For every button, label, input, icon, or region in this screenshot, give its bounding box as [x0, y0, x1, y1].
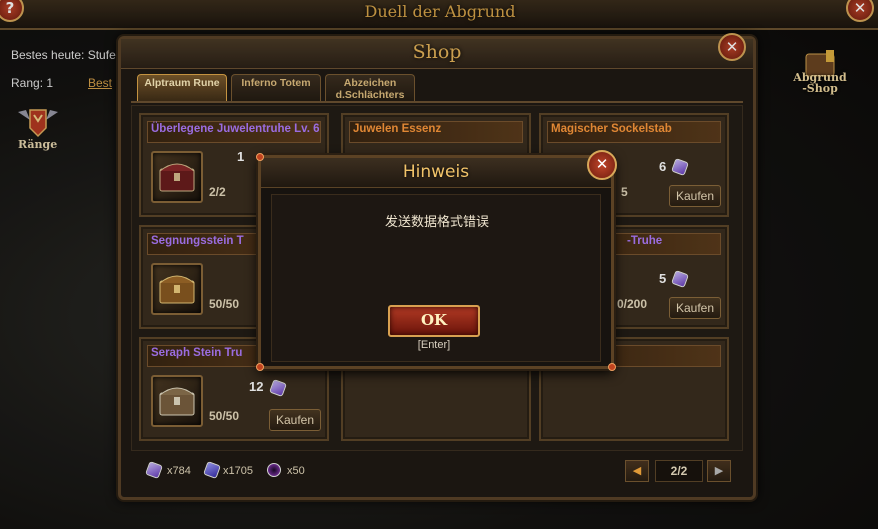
dialog-header: Hinweis: [261, 158, 611, 188]
dialog-body: 发送数据格式错误 OK [Enter]: [271, 194, 601, 362]
notice-dialog: Hinweis ✕ 发送数据格式错误 OK [Enter]: [256, 150, 617, 371]
ok-shortcut-hint: [Enter]: [417, 339, 451, 351]
dialog-close-button[interactable]: ✕: [587, 150, 617, 180]
dialog-title: Hinweis: [402, 162, 470, 182]
dialog-message: 发送数据格式错误: [384, 215, 489, 230]
corner-ornament: [608, 363, 616, 371]
ok-button[interactable]: OK: [388, 305, 480, 337]
corner-ornament: [256, 363, 264, 371]
corner-ornament: [256, 153, 264, 161]
